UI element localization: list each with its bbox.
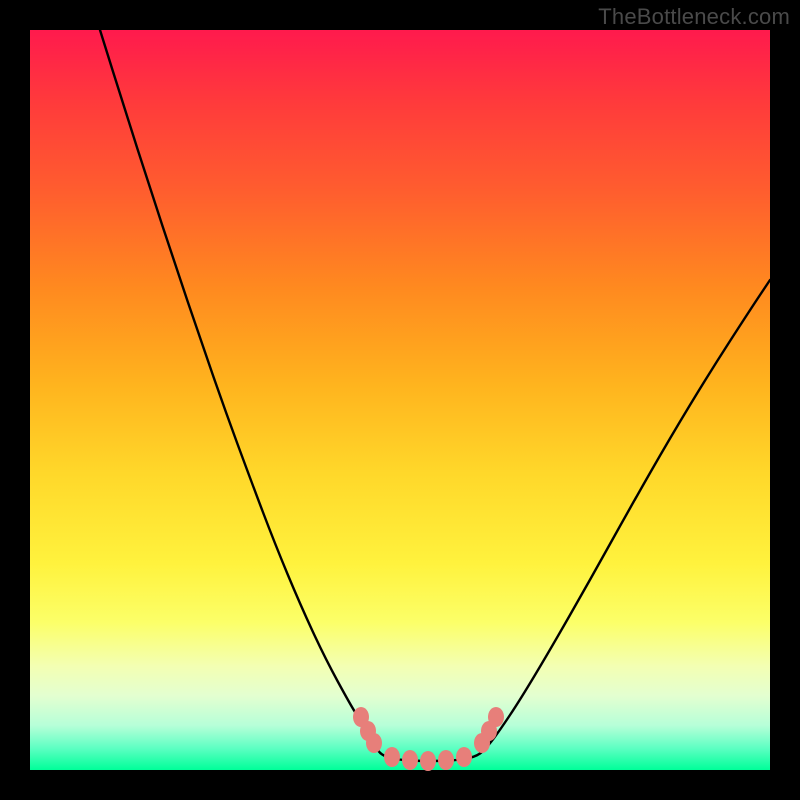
curve-marker [488,707,504,727]
curve-marker [402,750,418,770]
bottleneck-curve [30,30,770,770]
curve-marker [366,733,382,753]
plot-area [30,30,770,770]
bottleneck-path [100,30,770,761]
curve-marker [456,747,472,767]
watermark-label: TheBottleneck.com [598,4,790,30]
curve-marker [438,750,454,770]
curve-marker [384,747,400,767]
outer-frame: TheBottleneck.com [0,0,800,800]
curve-marker [420,751,436,771]
